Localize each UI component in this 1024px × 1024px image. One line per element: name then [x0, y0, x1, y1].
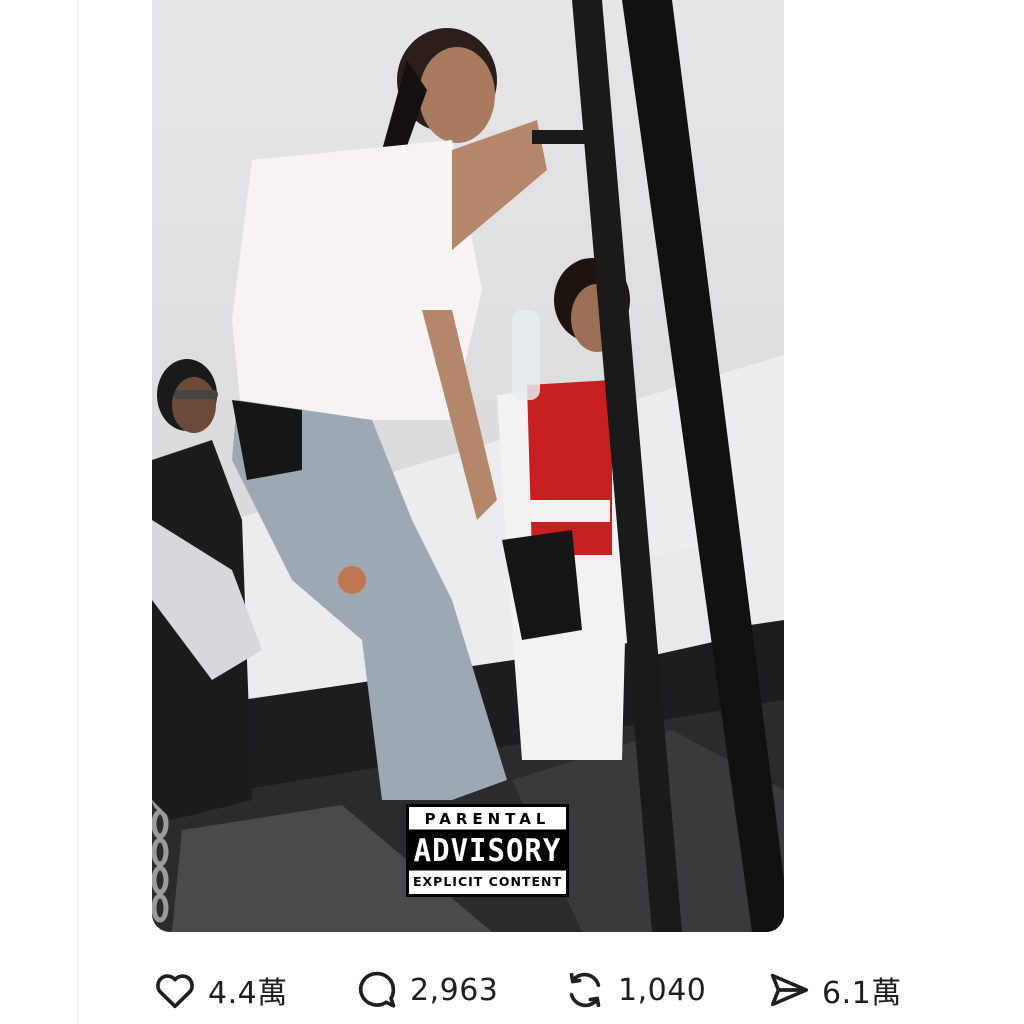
repost-count: 1,040 — [618, 972, 707, 1008]
heart-icon — [152, 967, 198, 1013]
reply-button[interactable]: 2,963 — [354, 962, 498, 1018]
share-button[interactable]: 6.1萬 — [766, 962, 902, 1018]
feed-divider — [77, 0, 79, 1024]
repost-icon — [562, 967, 608, 1013]
repost-button[interactable]: 1,040 — [562, 962, 706, 1018]
parental-advisory-label: PARENTAL ADVISORY EXPLICIT CONTENT — [406, 804, 569, 897]
advisory-line3: EXPLICIT CONTENT — [413, 874, 562, 889]
like-count: 4.4萬 — [208, 976, 288, 1011]
like-button[interactable]: 4.4萬 — [152, 962, 288, 1018]
reply-count: 2,963 — [410, 972, 499, 1008]
advisory-line2: ADVISORY — [409, 829, 566, 871]
comment-icon — [354, 967, 400, 1013]
post-photo[interactable]: PARENTAL ADVISORY EXPLICIT CONTENT — [152, 0, 784, 932]
share-count: 6.1萬 — [822, 976, 902, 1011]
send-icon — [766, 967, 812, 1013]
post-action-bar: 4.4萬 2,963 1,040 6.1萬 — [0, 962, 1024, 1018]
advisory-line1: PARENTAL — [409, 807, 566, 831]
concert-stage-photo — [152, 0, 784, 932]
